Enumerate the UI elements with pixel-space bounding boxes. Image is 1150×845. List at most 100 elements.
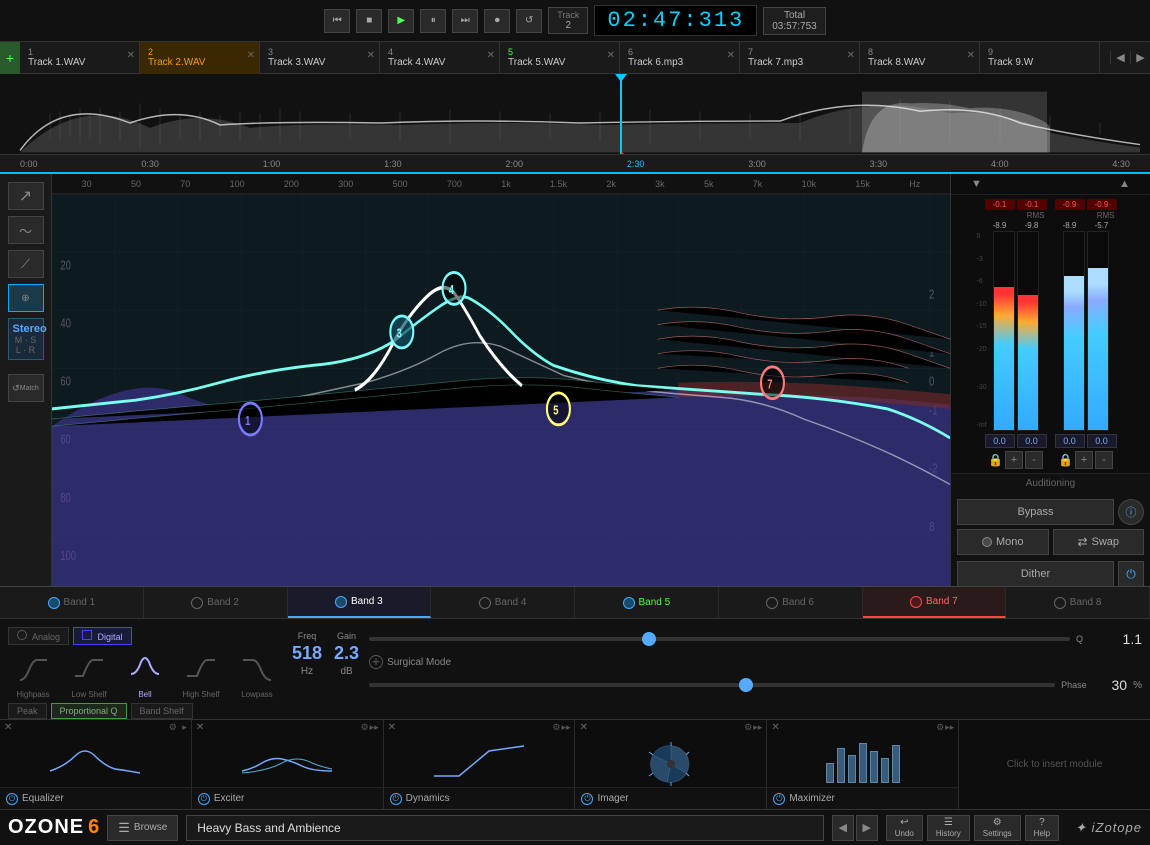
preset-prev-btn[interactable]: ◀ — [832, 815, 854, 841]
close-exciter[interactable]: ✕ — [196, 722, 204, 733]
band-tab-7[interactable]: Band 7 — [863, 587, 1007, 618]
band-tab-5[interactable]: Band 5 — [575, 587, 719, 618]
close-tab-3[interactable]: ✕ — [367, 50, 375, 61]
track-tab-8[interactable]: 8 Track 8.WAV ✕ — [860, 42, 980, 74]
close-dynamics[interactable]: ✕ — [388, 722, 396, 733]
lock-left[interactable]: 🔒 — [988, 453, 1003, 467]
settings-maximizer[interactable]: ⚙ — [936, 722, 944, 733]
phase-slider-track[interactable] — [369, 683, 1055, 687]
module-dynamics[interactable]: ✕ ⚙ ▸▸ ⏻ Dynamics — [384, 720, 576, 809]
proportional-q-btn[interactable]: Proportional Q — [51, 703, 127, 719]
module-imager[interactable]: ✕ ⚙ ▸▸ — [575, 720, 767, 809]
preset-next-btn[interactable]: ▶ — [856, 815, 878, 841]
dither-btn[interactable]: Dither — [957, 561, 1114, 587]
mono-btn[interactable]: Mono — [957, 529, 1049, 555]
track-nav-right[interactable]: ▶ — [1130, 51, 1150, 64]
track-tab-1[interactable]: 1 Track 1.WAV ✕ — [20, 42, 140, 74]
module-exciter[interactable]: ✕ ⚙ ▸▸ ⏻ Exciter — [192, 720, 384, 809]
phase-slider-thumb[interactable] — [739, 678, 753, 692]
btn-play[interactable]: ▶ — [388, 9, 414, 33]
band-shelf-btn[interactable]: Band Shelf — [131, 703, 193, 719]
settings-btn[interactable]: ⚙ Settings — [974, 815, 1021, 841]
maximizer-power-btn[interactable]: ⏻ — [773, 793, 785, 805]
equalizer-power-btn[interactable]: ⏻ — [6, 793, 18, 805]
filter-lowshelf[interactable]: Low Shelf — [64, 649, 114, 699]
track-tab-5[interactable]: 5 Track 5.WAV ✕ — [500, 42, 620, 74]
band-tab-6[interactable]: Band 6 — [719, 587, 863, 618]
settings-equalizer[interactable]: ⚙ — [169, 722, 177, 733]
meter-minus[interactable]: - — [1025, 451, 1043, 469]
btn-loop[interactable]: ↺ — [516, 9, 542, 33]
track-tab-9[interactable]: 9 Track 9.W — [980, 42, 1100, 74]
undo-btn[interactable]: ↩ Undo — [886, 815, 923, 841]
band-tab-8[interactable]: Band 8 — [1006, 587, 1150, 618]
settings-dynamics[interactable]: ⚙ — [552, 722, 560, 733]
tool-line[interactable]: ⟋ — [8, 250, 44, 278]
close-tab-1[interactable]: ✕ — [127, 50, 135, 61]
btn-stop[interactable]: ■ — [356, 9, 382, 33]
track-tab-3[interactable]: 3 Track 3.WAV ✕ — [260, 42, 380, 74]
band-tab-1[interactable]: Band 1 — [0, 587, 144, 618]
meter-up-arrow[interactable]: ▲ — [1119, 178, 1130, 190]
close-tab-7[interactable]: ✕ — [847, 50, 855, 61]
filter-lowpass[interactable]: Lowpass — [232, 649, 282, 699]
close-tab-6[interactable]: ✕ — [727, 50, 735, 61]
meter2-minus[interactable]: - — [1095, 451, 1113, 469]
close-tab-5[interactable]: ✕ — [607, 50, 615, 61]
history-btn[interactable]: ☰ History — [927, 815, 970, 841]
q-slider-thumb[interactable] — [642, 632, 656, 646]
tool-matching[interactable]: ↺Match — [8, 374, 44, 402]
close-tab-8[interactable]: ✕ — [967, 50, 975, 61]
help-btn[interactable]: ? Help — [1025, 815, 1059, 841]
exciter-power-btn[interactable]: ⏻ — [198, 793, 210, 805]
close-imager[interactable]: ✕ — [579, 722, 587, 733]
band-tab-2[interactable]: Band 2 — [144, 587, 288, 618]
close-tab-4[interactable]: ✕ — [487, 50, 495, 61]
track-tab-2[interactable]: 2 Track 2.WAV ✕ — [140, 42, 260, 74]
filter-highpass[interactable]: Highpass — [8, 649, 58, 699]
module-equalizer[interactable]: ✕ ⚙ ▸ ⏻ Equalizer — [0, 720, 192, 809]
bypass-power-icon[interactable]: ⓘ — [1118, 499, 1144, 525]
peak-btn[interactable]: Peak — [8, 703, 47, 719]
eq-display[interactable]: 30 50 70 100 200 300 500 700 1k 1.5k 2k … — [52, 174, 950, 586]
expand-maximizer[interactable]: ▸▸ — [945, 722, 954, 733]
module-maximizer[interactable]: ✕ ⚙ ▸▸ ⏻ Maximizer — [767, 720, 959, 809]
meter-plus[interactable]: + — [1005, 451, 1023, 469]
dither-power-btn[interactable]: ⏻ — [1118, 561, 1144, 587]
swap-btn[interactable]: ⇄ Swap — [1053, 529, 1145, 555]
btn-rewind[interactable]: ⏮ — [324, 9, 350, 33]
bypass-btn[interactable]: Bypass — [957, 499, 1114, 525]
surgical-mode-btn[interactable]: ✛ Surgical Mode — [369, 655, 1142, 669]
track-tab-6[interactable]: 6 Track 6.mp3 ✕ — [620, 42, 740, 74]
expand-exciter[interactable]: ▸▸ — [370, 722, 379, 733]
imager-power-btn[interactable]: ⏻ — [581, 793, 593, 805]
settings-imager[interactable]: ⚙ — [744, 722, 752, 733]
close-tab-2[interactable]: ✕ — [247, 50, 255, 61]
btn-record[interactable]: ⏺ — [484, 9, 510, 33]
close-maximizer[interactable]: ✕ — [771, 722, 779, 733]
filter-bell[interactable]: Bell — [120, 649, 170, 699]
waveform-area[interactable]: 0:00 0:30 1:00 1:30 2:00 2:30 3:00 3:30 … — [0, 74, 1150, 174]
meter2-plus[interactable]: + — [1075, 451, 1093, 469]
tool-pointer[interactable]: ↗ — [8, 182, 44, 210]
expand-equalizer[interactable]: ▸ — [182, 722, 187, 733]
expand-imager[interactable]: ▸▸ — [753, 722, 762, 733]
q-slider-track[interactable] — [369, 637, 1070, 641]
lock-right[interactable]: 🔒 — [1058, 453, 1073, 467]
digital-btn[interactable]: Digital — [73, 627, 132, 645]
stereo-mode[interactable]: Stereo M · S L · R — [8, 318, 44, 360]
browse-btn[interactable]: ☰ Browse — [107, 815, 178, 841]
track-tab-4[interactable]: 4 Track 4.WAV ✕ — [380, 42, 500, 74]
insert-module-btn[interactable]: Click to insert module — [959, 720, 1150, 809]
settings-exciter[interactable]: ⚙ — [361, 722, 369, 733]
eq-chart[interactable]: 20 40 60 60 80 100 2 1 0 -1 -2 8 — [52, 194, 950, 586]
track-tab-7[interactable]: 7 Track 7.mp3 ✕ — [740, 42, 860, 74]
filter-highshelf[interactable]: High Shelf — [176, 649, 226, 699]
tool-stereo[interactable]: ⊕ — [8, 284, 44, 312]
band-tab-3[interactable]: Band 3 — [288, 587, 432, 618]
meter-down-arrow[interactable]: ▼ — [971, 178, 982, 190]
band-tab-4[interactable]: Band 4 — [431, 587, 575, 618]
tool-wave[interactable]: 〜 — [8, 216, 44, 244]
track-nav-left[interactable]: ◀ — [1110, 51, 1130, 64]
dynamics-power-btn[interactable]: ⏻ — [390, 793, 402, 805]
